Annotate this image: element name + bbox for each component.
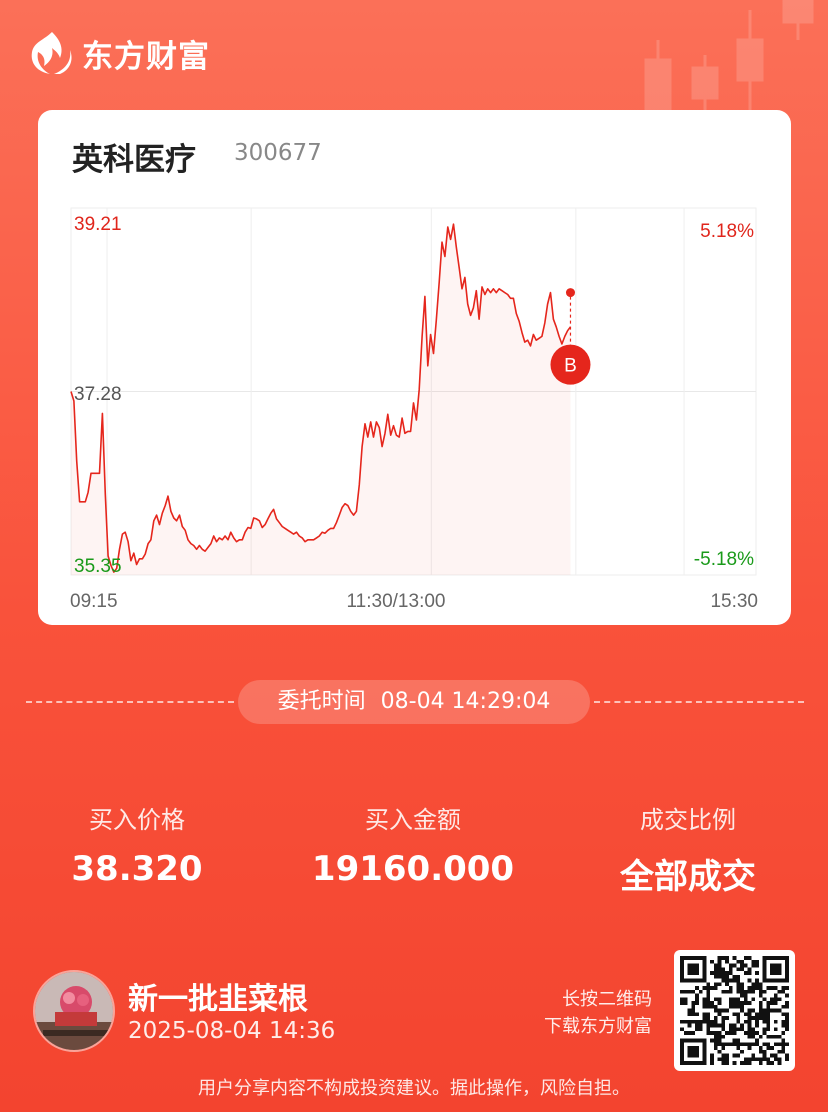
intraday-price-chart[interactable]: B 39.21 37.28 35.35 5.18% -5.18% 09:15 11:30/13…: [38, 110, 791, 625]
order-time-divider: 委托时间 08-04 14:29:04: [0, 680, 828, 724]
stat-fill-ratio: 成交比例 全部成交: [558, 800, 818, 898]
stat-buy-price: 买入价格 38.320: [7, 800, 267, 889]
stat-value: 19160.000: [311, 849, 515, 889]
dashed-line-left: [26, 701, 234, 703]
brand-name: 东方财富: [82, 38, 210, 75]
stat-value: 38.320: [71, 849, 203, 889]
stat-label: 成交比例: [640, 806, 736, 834]
qr-code[interactable]: [674, 950, 795, 1071]
disclaimer: 用户分享内容不构成投资建议。据此操作，风险自担。: [198, 1078, 630, 1099]
stat-label: 买入金额: [365, 806, 461, 834]
stock-chart-card[interactable]: 英科医疗 300677 B 39.21 37.28 35.35 5.18% -5.18% 0…: [38, 110, 791, 625]
brand-flame-icon: [31, 32, 72, 74]
qr-hint: 长按二维码 下载东方财富: [544, 986, 652, 1040]
y-tick-low: 35.35: [74, 556, 122, 577]
x-tick-open: 09:15: [70, 591, 118, 612]
y-tick-high: 39.21: [74, 214, 122, 235]
user-name: 新一批韭菜根: [128, 982, 308, 1017]
stat-value: 全部成交: [620, 857, 756, 897]
y-tick-pct-low: -5.18%: [694, 549, 754, 570]
y-tick-mid: 37.28: [74, 384, 122, 405]
avatar[interactable]: [33, 970, 115, 1052]
stat-label: 买入价格: [89, 806, 185, 834]
dashed-line-right: [594, 701, 804, 703]
qr-code-icon: [680, 956, 789, 1065]
buy-marker-dot: [565, 288, 575, 298]
order-time-label: 委托时间: [277, 689, 366, 714]
buy-marker-label: B: [564, 356, 577, 377]
x-tick-close: 15:30: [710, 591, 758, 612]
avatar-image: [35, 972, 113, 1050]
qr-hint-line1: 长按二维码: [562, 989, 652, 1010]
y-tick-pct-high: 5.18%: [700, 221, 754, 242]
x-tick-midday: 11:30/13:00: [347, 591, 446, 612]
price-line-area: [71, 224, 571, 575]
qr-hint-line2: 下载东方财富: [544, 1016, 652, 1037]
order-time-value: 08-04 14:29:04: [380, 689, 551, 714]
share-datetime: 2025-08-04 14:36: [128, 1018, 336, 1044]
stat-buy-amount: 买入金额 19160.000: [283, 800, 543, 889]
brand-logo: 东方财富: [30, 30, 210, 76]
order-time-pill: 委托时间 08-04 14:29:04: [238, 680, 590, 724]
